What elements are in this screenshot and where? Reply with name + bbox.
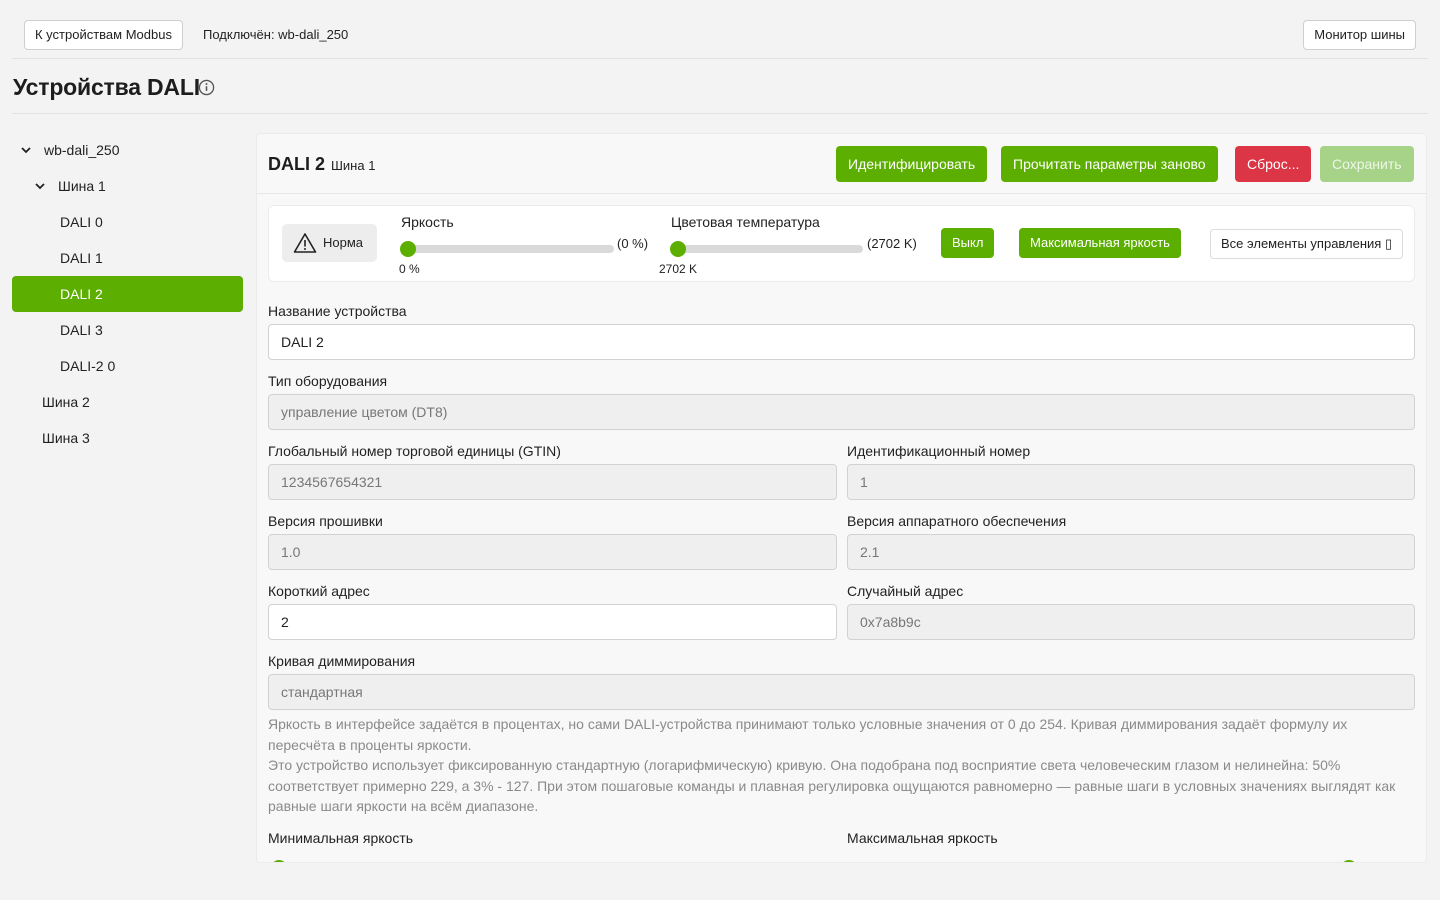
top-bar: К устройствам Modbus Подключён: wb-dali_… — [12, 10, 1428, 59]
min-brightness-slider-thumb[interactable] — [271, 860, 287, 862]
tree-item-label: DALI 3 — [60, 322, 103, 338]
gtin-field: 1234567654321 — [268, 464, 837, 500]
id-number-label: Идентификационный номер — [847, 443, 1031, 459]
device-tree: wb-dali_250 Шина 1 DALI 0 DALI 1 DALI 2 … — [12, 132, 243, 456]
device-name-input[interactable]: DALI 2 — [268, 324, 1415, 360]
tree-item-dali2-0[interactable]: DALI-2 0 — [12, 348, 243, 384]
chevron-down-icon[interactable] — [20, 144, 32, 156]
brightness-min-value: 0 % — [399, 262, 420, 276]
tree-item-label: Шина 2 — [42, 394, 90, 410]
status-badge: Норма — [282, 224, 377, 262]
device-panel: DALI 2 Шина 1 Идентифицировать Прочитать… — [256, 133, 1427, 863]
tree-item-label: DALI-2 0 — [60, 358, 116, 374]
brightness-slider-thumb[interactable] — [400, 241, 416, 257]
random-address-label: Случайный адрес — [847, 583, 964, 599]
tree-item-label: DALI 0 — [60, 214, 103, 230]
device-title: DALI 2 — [268, 154, 326, 174]
page-title: Устройства DALI — [13, 74, 200, 100]
reset-button[interactable]: Сброс... — [1235, 146, 1312, 182]
controls-card: Норма Яркость (0 %) 0 % Цветовая темпера… — [268, 205, 1415, 282]
max-brightness-slider-thumb[interactable] — [1341, 860, 1357, 862]
firmware-version-label: Версия прошивки — [268, 513, 383, 529]
all-controls-button[interactable]: Все элементы управления ▯ — [1210, 229, 1404, 259]
back-to-modbus-button[interactable]: К устройствам Modbus — [24, 20, 183, 50]
tree-item-dali-2[interactable]: DALI 2 — [12, 276, 243, 312]
bus-monitor-button[interactable]: Монитор шины — [1303, 20, 1416, 50]
dimming-curve-label: Кривая диммирования — [268, 653, 416, 669]
tree-item-dali-1[interactable]: DALI 1 — [12, 240, 243, 276]
firmware-version-field: 1.0 — [268, 534, 837, 570]
status-text: Норма — [323, 235, 364, 250]
tree-item-dali-3[interactable]: DALI 3 — [12, 312, 243, 348]
tree-item-label: DALI 2 — [60, 286, 103, 302]
short-address-label: Короткий адрес — [268, 583, 370, 599]
tree-item-label: Шина 3 — [42, 430, 90, 446]
brightness-value: (0 %) — [617, 236, 649, 251]
hardware-version-field: 2.1 — [847, 534, 1415, 570]
info-circle-icon[interactable] — [198, 79, 215, 96]
warning-triangle-icon — [293, 233, 317, 253]
chevron-down-icon[interactable] — [34, 180, 46, 192]
off-button[interactable]: Выкл — [941, 228, 995, 258]
short-address-input[interactable]: 2 — [268, 604, 837, 640]
tree-item-dali-0[interactable]: DALI 0 — [12, 204, 243, 240]
color-temp-value: (2702 K) — [867, 236, 917, 251]
tree-item-bus2[interactable]: Шина 2 — [12, 384, 243, 420]
connection-status: Подключён: wb-dali_250 — [203, 27, 349, 42]
color-temp-label: Цветовая температура — [671, 214, 820, 230]
tree-item-label: wb-dali_250 — [44, 142, 120, 158]
identify-button[interactable]: Идентифицировать — [836, 146, 988, 182]
max-brightness-button[interactable]: Максимальная яркость — [1019, 228, 1181, 258]
color-temp-slider-thumb[interactable] — [670, 241, 686, 257]
brightness-slider-track[interactable] — [401, 245, 614, 253]
page-header: Устройства DALI — [12, 60, 1428, 114]
tree-item-root[interactable]: wb-dali_250 — [12, 132, 243, 168]
dimming-help-text-1: Яркость в интерфейсе задаётся в процента… — [268, 716, 1348, 753]
dimming-curve-field: стандартная — [268, 674, 1415, 710]
brightness-label: Яркость — [401, 214, 454, 230]
color-temp-slider-track[interactable] — [671, 245, 863, 253]
tree-item-bus1[interactable]: Шина 1 — [12, 168, 243, 204]
tree-item-bus3[interactable]: Шина 3 — [12, 420, 243, 456]
equipment-type-field: управление цветом (DT8) — [268, 394, 1415, 430]
device-bus: Шина 1 — [331, 158, 376, 173]
min-brightness-label: Минимальная яркость — [268, 830, 414, 846]
color-temp-min-value: 2702 K — [659, 262, 698, 276]
save-button[interactable]: Сохранить — [1320, 146, 1414, 182]
random-address-field: 0x7a8b9c — [847, 604, 1415, 640]
dimming-help-text-2: Это устройство использует фиксированную … — [268, 757, 1396, 814]
hardware-version-label: Версия аппаратного обеспечения — [847, 513, 1067, 529]
reread-button[interactable]: Прочитать параметры заново — [1001, 146, 1218, 182]
gtin-label: Глобальный номер торговой единицы (GTIN) — [268, 443, 561, 459]
device-header: DALI 2 Шина 1 Идентифицировать Прочитать… — [257, 134, 1426, 194]
tree-item-label: DALI 1 — [60, 250, 103, 266]
max-brightness-label: Максимальная яркость — [847, 830, 998, 846]
tree-item-label: Шина 1 — [58, 178, 106, 194]
id-number-field: 1 — [847, 464, 1415, 500]
device-name-label: Название устройства — [268, 303, 407, 319]
equipment-type-label: Тип оборудования — [268, 373, 388, 389]
